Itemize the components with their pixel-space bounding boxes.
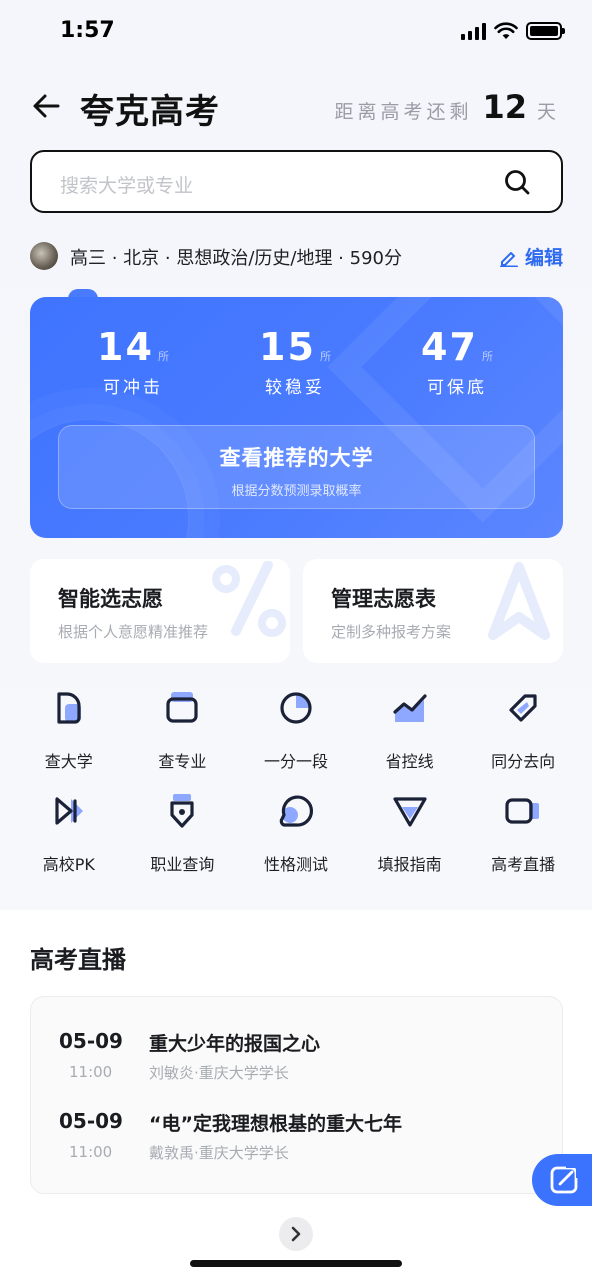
manage-application-card[interactable]: 管理志愿表 定制多种报考方案	[303, 559, 563, 663]
live-time: 11:00	[69, 1063, 113, 1081]
search-placeholder: 搜索大学或专业	[60, 175, 194, 197]
grid-item-career[interactable]: 职业查询	[126, 791, 240, 894]
header: 夸克高考 距离高考还剩 12 天	[0, 82, 592, 132]
countdown-prefix: 距离高考还剩	[334, 101, 473, 123]
live-time: 11:00	[69, 1143, 113, 1161]
status-bar: 1:57	[0, 0, 592, 64]
battery-icon	[526, 22, 565, 40]
grid-label: 省控线	[385, 752, 434, 771]
tool-grid: 查大学 查专业 一分一段 省控线 同分去向 高校PK 职业查询 性格测试 填报指…	[12, 688, 580, 894]
live-title: “电”定我理想根基的重大七年	[149, 1113, 402, 1135]
grid-item-personality-test[interactable]: 性格测试	[239, 791, 353, 894]
live-speaker: 戴敦禹·重庆大学学长	[149, 1144, 289, 1162]
grid-label: 一分一段	[263, 752, 328, 771]
button-title: 查看推荐的大学	[219, 446, 374, 470]
live-title: 重大少年的报国之心	[149, 1033, 321, 1055]
live-date: 05-09	[59, 1029, 123, 1053]
grid-label: 高校PK	[42, 855, 95, 874]
grid-item-control-line[interactable]: 省控线	[353, 688, 467, 791]
grid-item-search-major[interactable]: 查专业	[126, 688, 240, 791]
flag-icon	[488, 562, 550, 640]
grid-item-live[interactable]: 高考直播	[466, 791, 580, 894]
more-live-button[interactable]	[279, 1217, 313, 1251]
back-arrow-icon[interactable]	[30, 90, 62, 122]
personality-icon	[279, 795, 313, 827]
section-title: 高考直播	[30, 946, 126, 974]
stat-value: 14	[97, 325, 154, 369]
grid-label: 职业查询	[150, 855, 215, 874]
badge-icon	[170, 794, 194, 828]
grid-item-search-university[interactable]: 查大学	[12, 688, 126, 791]
card-subtitle: 定制多种报考方案	[331, 623, 452, 641]
smart-choice-card[interactable]: 智能选志愿 根据个人意愿精准推荐	[30, 559, 290, 663]
stat-match[interactable]: 15 所 较稳妥	[214, 325, 376, 398]
percent-icon	[212, 561, 286, 637]
stat-value: 15	[259, 325, 316, 369]
stat-unit: 所	[481, 350, 493, 363]
grid-label: 同分去向	[491, 752, 556, 771]
grid-label: 查大学	[44, 752, 93, 771]
grid-item-same-score[interactable]: 同分去向	[466, 688, 580, 791]
recommendation-card: 14 所 可冲击 15 所 较稳妥 47 所 可保底 查看推荐的大学 根据分数预测录取…	[30, 297, 563, 538]
stat-label: 较稳妥	[265, 378, 325, 398]
grid-label: 填报指南	[377, 855, 442, 874]
live-list: 05-09 11:00 重大少年的报国之心 刘敏炎·重庆大学学长 05-09 1…	[30, 996, 563, 1194]
edit-profile-button[interactable]: 编辑	[499, 243, 563, 270]
search-input[interactable]: 搜索大学或专业	[30, 150, 563, 213]
wifi-icon	[494, 22, 518, 39]
pencil-icon	[499, 251, 518, 267]
live-speaker: 刘敏炎·重庆大学学长	[149, 1064, 289, 1082]
stat-reach[interactable]: 14 所 可冲击	[52, 325, 214, 398]
signal-icon	[461, 22, 486, 40]
pie-icon	[280, 692, 312, 724]
tag-icon	[509, 694, 537, 722]
grid-label: 查专业	[158, 752, 207, 771]
home-indicator	[190, 1260, 402, 1267]
grid-item-score-rank[interactable]: 一分一段	[239, 688, 353, 791]
profile-summary: 高三 · 北京 · 思想政治/历史/地理 · 590分 编辑	[30, 240, 563, 272]
stat-label: 可保底	[427, 378, 487, 398]
grid-label: 高考直播	[491, 855, 556, 874]
profile-text: 高三 · 北京 · 思想政治/历史/地理 · 590分	[70, 248, 402, 269]
school-icon	[57, 692, 81, 724]
avatar[interactable]	[30, 242, 58, 270]
card-subtitle: 根据个人意愿精准推荐	[58, 623, 209, 641]
versus-icon	[55, 797, 83, 825]
trend-line-icon	[392, 694, 427, 722]
guide-icon	[392, 797, 427, 827]
status-icons	[461, 22, 565, 40]
grid-item-application-guide[interactable]: 填报指南	[353, 791, 467, 894]
video-icon	[505, 798, 540, 824]
chevron-right-icon	[291, 1226, 301, 1242]
edit-label: 编辑	[524, 247, 563, 269]
status-time: 1:57	[60, 18, 115, 43]
grid-label: 性格测试	[263, 855, 328, 874]
edit-icon	[550, 1164, 580, 1194]
card-title: 智能选志愿	[58, 587, 163, 611]
button-subtitle: 根据分数预测录取概率	[231, 484, 362, 499]
view-recommended-universities-button[interactable]: 查看推荐的大学 根据分数预测录取概率	[58, 425, 535, 509]
stat-value: 47	[421, 325, 478, 369]
major-icon	[166, 692, 198, 723]
stat-safe[interactable]: 47 所 可保底	[376, 325, 538, 398]
recommendation-stats: 14 所 可冲击 15 所 较稳妥 47 所 可保底	[30, 325, 563, 398]
live-date: 05-09	[59, 1109, 123, 1133]
search-icon[interactable]	[503, 168, 531, 196]
countdown-suffix: 天	[536, 101, 560, 123]
card-title: 管理志愿表	[331, 587, 436, 611]
countdown-days: 12	[482, 88, 527, 126]
live-item[interactable]: 05-09 11:00 “电”定我理想根基的重大七年 戴敦禹·重庆大学学长	[59, 1109, 539, 1173]
stat-unit: 所	[319, 350, 331, 363]
live-item[interactable]: 05-09 11:00 重大少年的报国之心 刘敏炎·重庆大学学长	[59, 1029, 539, 1093]
stat-unit: 所	[157, 350, 169, 363]
floating-edit-button[interactable]	[532, 1154, 592, 1206]
stat-label: 可冲击	[103, 378, 163, 398]
page-title: 夸克高考	[80, 92, 220, 132]
grid-item-university-pk[interactable]: 高校PK	[12, 791, 126, 894]
exam-countdown: 距离高考还剩 12 天	[334, 88, 560, 126]
